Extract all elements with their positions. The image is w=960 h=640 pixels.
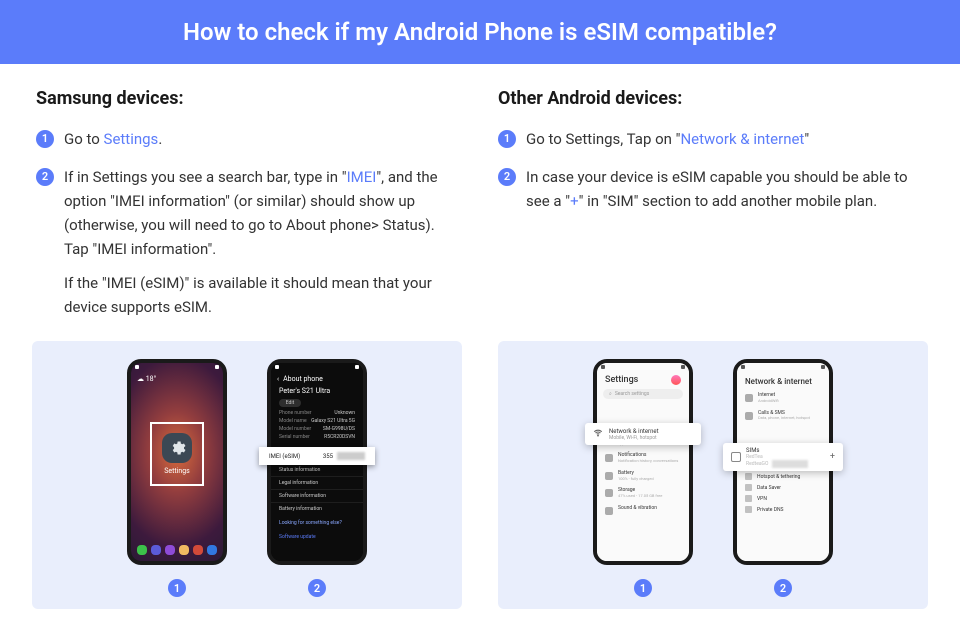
samsung-heading: Samsung devices: [36,88,462,109]
settings-list-item: Sound & vibration [597,503,689,518]
software-update-link: Software update [271,531,363,543]
network-internet-title: Network & internet [737,371,829,390]
imei-label: IMEI (eSIM) [269,453,300,460]
network-list-item: VPN [737,493,829,504]
other-heading: Other Android devices: [498,88,924,109]
sims-highlight: SIMs RedTea RedteaGO + [723,443,843,471]
settings-list-item: Battery100% - fully charged [597,468,689,486]
search-settings-bar: ⌕ Search settings [603,389,683,399]
settings-title: Settings [597,371,689,387]
step-sub-text: If the "IMEI (eSIM)" is available it sho… [64,271,462,319]
step-number-badge: 2 [498,168,516,186]
settings-app-highlight: Settings [150,422,204,486]
add-sim-plus-icon: + [830,452,835,462]
step-text: Go to Settings, Tap on "Network & intern… [526,127,924,151]
settings-list-item: NotificationsNotification history, conve… [597,450,689,468]
device-name: Peter's S21 Ultra [271,387,363,397]
network-list-item: Hotspot & tethering [737,471,829,482]
about-list-item: Battery information [271,502,363,515]
about-row: Serial numberR5CR20DSVN [271,433,363,441]
samsung-step-2: 2 If in Settings you see a search bar, t… [36,165,462,319]
samsung-phone-1-wrap: ☁ 18° Settings 1 [127,359,227,597]
about-list-item: Software information [271,489,363,502]
link-network-internet[interactable]: Network & internet [680,130,804,148]
phone-number-badge: 1 [634,579,652,597]
phone-number-badge: 1 [168,579,186,597]
edit-button: Edit [279,399,301,407]
text-fragment: " in "SIM" section to add another mobile… [579,192,878,210]
weather-widget: ☁ 18° [131,371,223,387]
network-internet-highlight: Network & internetMobile, Wi-Fi, hotspot [585,423,701,445]
text-fragment: Go to Settings, Tap on " [526,130,680,148]
step-text: In case your device is eSIM capable you … [526,165,924,213]
text-fragment: . [158,130,162,148]
settings-list-item: Storage47% used - 17.05 GB free [597,485,689,503]
other-phone-2-wrap: Network & internet InternetAndroidWifiCa… [733,359,833,597]
page-header: How to check if my Android Phone is eSIM… [0,0,960,64]
samsung-phone-2: ‹ About phone Peter's S21 Ultra Edit Pho… [267,359,367,565]
step-number-badge: 1 [36,130,54,148]
phone-panels-row: ☁ 18° Settings 1 [0,341,960,629]
other-phone-2: Network & internet InternetAndroidWifiCa… [733,359,833,565]
other-android-column: Other Android devices: 1 Go to Settings,… [498,88,924,333]
help-text: Looking for something else? [271,517,363,529]
network-list-item: Data Saver [737,482,829,493]
network-list-item: Private DNS [737,504,829,515]
samsung-phone-1: ☁ 18° Settings [127,359,227,565]
ni-subtitle: Mobile, Wi-Fi, hotspot [609,435,659,441]
step-number-badge: 1 [498,130,516,148]
dock [131,545,223,555]
ni-title: Network & internet [609,428,659,435]
about-phone-title: ‹ About phone [271,371,363,387]
settings-label: Settings [164,467,190,475]
phone-number-badge: 2 [774,579,792,597]
sim-icon [731,452,741,462]
about-list-item: Legal information [271,476,363,489]
samsung-step-1: 1 Go to Settings. [36,127,462,151]
about-row: Phone numberUnknown [271,409,363,417]
avatar-icon [671,375,681,385]
other-phones-panel: Settings ⌕ Search settings AppsAssistant… [498,341,928,609]
link-settings[interactable]: Settings [104,130,159,148]
sims-row: RedteaGO [746,461,768,467]
page-title: How to check if my Android Phone is eSIM… [183,18,777,46]
about-row: Model nameGalaxy S21 Ultra 5G [271,417,363,425]
other-phone-1-wrap: Settings ⌕ Search settings AppsAssistant… [593,359,693,597]
gear-icon [162,433,192,463]
about-row: Model numberSM-G998U/DS [271,425,363,433]
network-list-item: Calls & SMSData, phone, internet, hotspo… [737,408,829,426]
other-step-1: 1 Go to Settings, Tap on "Network & inte… [498,127,924,151]
samsung-column: Samsung devices: 1 Go to Settings. 2 If … [36,88,462,333]
other-step-2: 2 In case your device is eSIM capable yo… [498,165,924,213]
wifi-icon [593,428,603,440]
step-number-badge: 2 [36,168,54,186]
sims-label: SIMs [746,447,760,454]
phone-number-badge: 2 [308,579,326,597]
text-fragment: If in Settings you see a search bar, typ… [64,168,347,186]
samsung-phones-panel: ☁ 18° Settings 1 [32,341,462,609]
other-phone-1: Settings ⌕ Search settings AppsAssistant… [593,359,693,565]
imei-esim-highlight: IMEI (eSIM) 355 [259,447,375,465]
network-list-item: InternetAndroidWifi [737,390,829,408]
link-plus[interactable]: + [570,192,579,210]
samsung-phone-2-wrap: ‹ About phone Peter's S21 Ultra Edit Pho… [267,359,367,597]
content-columns: Samsung devices: 1 Go to Settings. 2 If … [0,64,960,341]
imei-value: 355 [323,453,333,460]
search-icon: ⌕ [609,391,612,397]
text-fragment: Go to [64,130,104,148]
step-text: If in Settings you see a search bar, typ… [64,165,462,319]
text-fragment: " [804,130,809,148]
blurred-value [337,452,365,460]
blurred-value [772,460,808,468]
link-imei[interactable]: IMEI [347,168,377,186]
step-text: Go to Settings. [64,127,462,151]
